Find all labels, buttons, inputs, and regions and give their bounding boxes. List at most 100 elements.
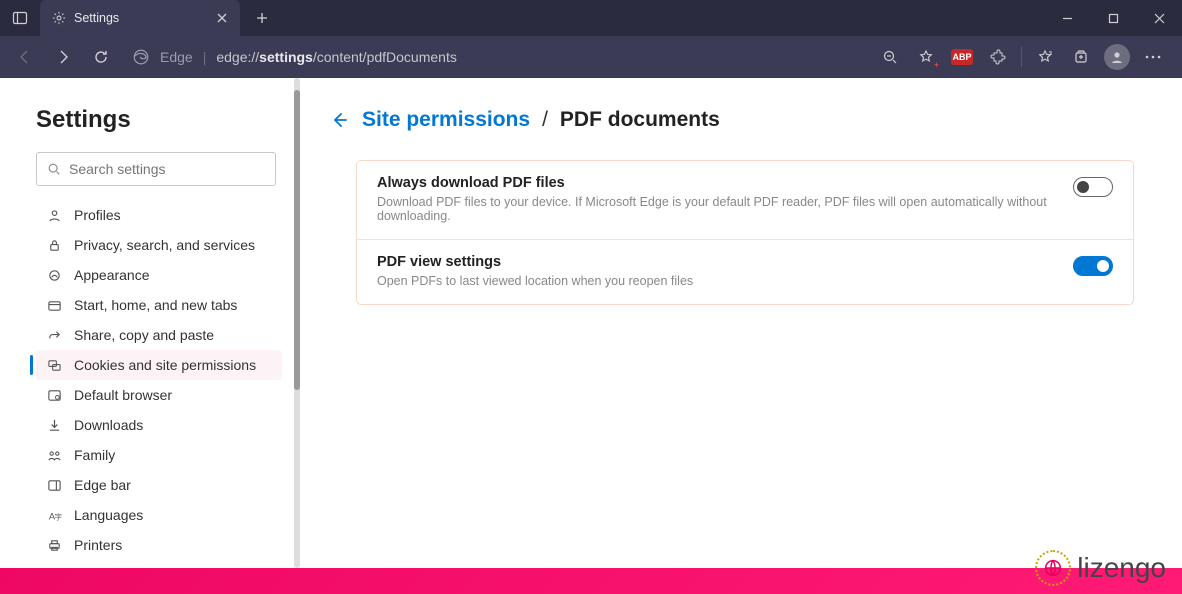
sidebar-item-label: Start, home, and new tabs <box>74 297 237 313</box>
arrow-left-icon <box>17 49 33 65</box>
puzzle-icon <box>990 49 1006 65</box>
sidebar-item-label: Languages <box>74 507 143 523</box>
sidebar-item-cookies-permissions[interactable]: Cookies and site permissions <box>36 350 282 380</box>
edge-logo-icon <box>132 48 150 66</box>
settings-heading: Settings <box>36 106 282 134</box>
nav-back-button[interactable] <box>8 40 42 74</box>
sidebar-item-label: Profiles <box>74 207 121 223</box>
plus-icon <box>256 12 268 24</box>
sidebar-item-printers[interactable]: Printers <box>36 530 282 560</box>
globe-icon <box>1035 550 1071 586</box>
ellipsis-icon <box>1145 55 1161 59</box>
close-icon <box>217 13 227 23</box>
family-icon <box>46 447 62 463</box>
sidebar-item-label: Edge bar <box>74 477 131 493</box>
setting-row-pdf-view: PDF view settings Open PDFs to last view… <box>357 239 1133 304</box>
window-minimize-button[interactable] <box>1044 0 1090 36</box>
sidebar-item-profiles[interactable]: Profiles <box>36 200 282 230</box>
address-bar[interactable]: Edge | edge://settings/content/pdfDocume… <box>132 48 869 66</box>
gear-icon <box>52 11 66 25</box>
star-plus-icon <box>918 49 934 65</box>
watermark: lizengo <box>1035 550 1166 586</box>
title-bar: Settings <box>0 0 1182 36</box>
sidebar-item-default-browser[interactable]: Default browser <box>36 380 282 410</box>
new-tab-button[interactable] <box>246 2 278 34</box>
breadcrumb-back-button[interactable] <box>328 109 350 131</box>
search-icon <box>47 162 61 176</box>
settings-search-input[interactable] <box>69 161 265 177</box>
share-icon <box>46 327 62 343</box>
sidebar-item-languages[interactable]: A字 Languages <box>36 500 282 530</box>
setting-title: Always download PDF files <box>377 175 1057 191</box>
breadcrumb: Site permissions / PDF documents <box>328 108 1134 132</box>
abp-badge: ABP <box>951 49 973 65</box>
settings-card: Always download PDF files Download PDF f… <box>356 160 1134 305</box>
refresh-icon <box>93 49 109 65</box>
setting-description: Open PDFs to last viewed location when y… <box>377 274 1057 288</box>
address-divider: | <box>203 49 207 65</box>
toolbar: Edge | edge://settings/content/pdfDocume… <box>0 36 1182 78</box>
extensions-button[interactable] <box>981 40 1015 74</box>
maximize-icon <box>1108 13 1119 24</box>
settings-search-box[interactable] <box>36 152 276 186</box>
collections-icon <box>1073 49 1089 65</box>
sidebar-item-appearance[interactable]: Appearance <box>36 260 282 290</box>
vertical-tabs-button[interactable] <box>0 0 40 36</box>
lock-icon <box>46 237 62 253</box>
sidebar-item-label: Privacy, search, and services <box>74 237 255 253</box>
setting-row-always-download: Always download PDF files Download PDF f… <box>357 161 1133 239</box>
sidebar-scrollbar[interactable] <box>294 78 300 568</box>
favorites-button[interactable] <box>1028 40 1062 74</box>
sidebar-item-label: Family <box>74 447 115 463</box>
site-identity-label: Edge <box>160 49 193 65</box>
window-maximize-button[interactable] <box>1090 0 1136 36</box>
favorite-add-button[interactable]: + <box>909 40 943 74</box>
edgebar-icon <box>46 477 62 493</box>
browser-icon <box>46 387 62 403</box>
window-close-button[interactable] <box>1136 0 1182 36</box>
browser-window: Settings Edge | edge://settings/content/… <box>0 0 1182 568</box>
toolbar-divider <box>1021 47 1022 67</box>
star-lines-icon <box>1037 49 1053 65</box>
sidebar-item-downloads[interactable]: Downloads <box>36 410 282 440</box>
sidebar-item-label: Printers <box>74 537 122 553</box>
settings-nav-list: Profiles Privacy, search, and services A… <box>36 200 282 560</box>
download-icon <box>46 417 62 433</box>
app-menu-button[interactable] <box>1136 40 1170 74</box>
browser-tab[interactable]: Settings <box>40 0 240 36</box>
avatar-icon <box>1104 44 1130 70</box>
tab-close-button[interactable] <box>214 10 230 26</box>
profile-button[interactable] <box>1100 40 1134 74</box>
settings-main-panel: Site permissions / PDF documents Always … <box>300 78 1182 568</box>
toggle-always-download[interactable] <box>1073 177 1113 197</box>
breadcrumb-parent-link[interactable]: Site permissions <box>362 108 530 132</box>
sidebar-item-share[interactable]: Share, copy and paste <box>36 320 282 350</box>
sidebar-item-label: Cookies and site permissions <box>74 357 256 373</box>
sidebar-item-privacy[interactable]: Privacy, search, and services <box>36 230 282 260</box>
breadcrumb-separator: / <box>542 108 548 132</box>
breadcrumb-current: PDF documents <box>560 108 720 132</box>
sidebar-item-label: Default browser <box>74 387 172 403</box>
magnifier-minus-icon <box>882 49 898 65</box>
watermark-text: lizengo <box>1077 552 1166 584</box>
url-text: edge://settings/content/pdfDocuments <box>216 49 457 65</box>
sidebar-item-label: Share, copy and paste <box>74 327 214 343</box>
language-icon: A字 <box>46 507 62 523</box>
content-area: Settings Profiles Privacy, search, and s… <box>0 78 1182 568</box>
nav-forward-button[interactable] <box>46 40 80 74</box>
close-icon <box>1154 13 1165 24</box>
sidebar-item-label: Downloads <box>74 417 143 433</box>
arrow-right-icon <box>55 49 71 65</box>
toggle-pdf-view[interactable] <box>1073 256 1113 276</box>
settings-sidebar: Settings Profiles Privacy, search, and s… <box>0 78 300 568</box>
svg-text:字: 字 <box>54 511 62 521</box>
printer-icon <box>46 537 62 553</box>
tab-icon <box>46 297 62 313</box>
collections-button[interactable] <box>1064 40 1098 74</box>
abp-extension-button[interactable]: ABP <box>945 40 979 74</box>
zoom-button[interactable] <box>873 40 907 74</box>
sidebar-item-family[interactable]: Family <box>36 440 282 470</box>
sidebar-item-start[interactable]: Start, home, and new tabs <box>36 290 282 320</box>
nav-refresh-button[interactable] <box>84 40 118 74</box>
sidebar-item-edge-bar[interactable]: Edge bar <box>36 470 282 500</box>
